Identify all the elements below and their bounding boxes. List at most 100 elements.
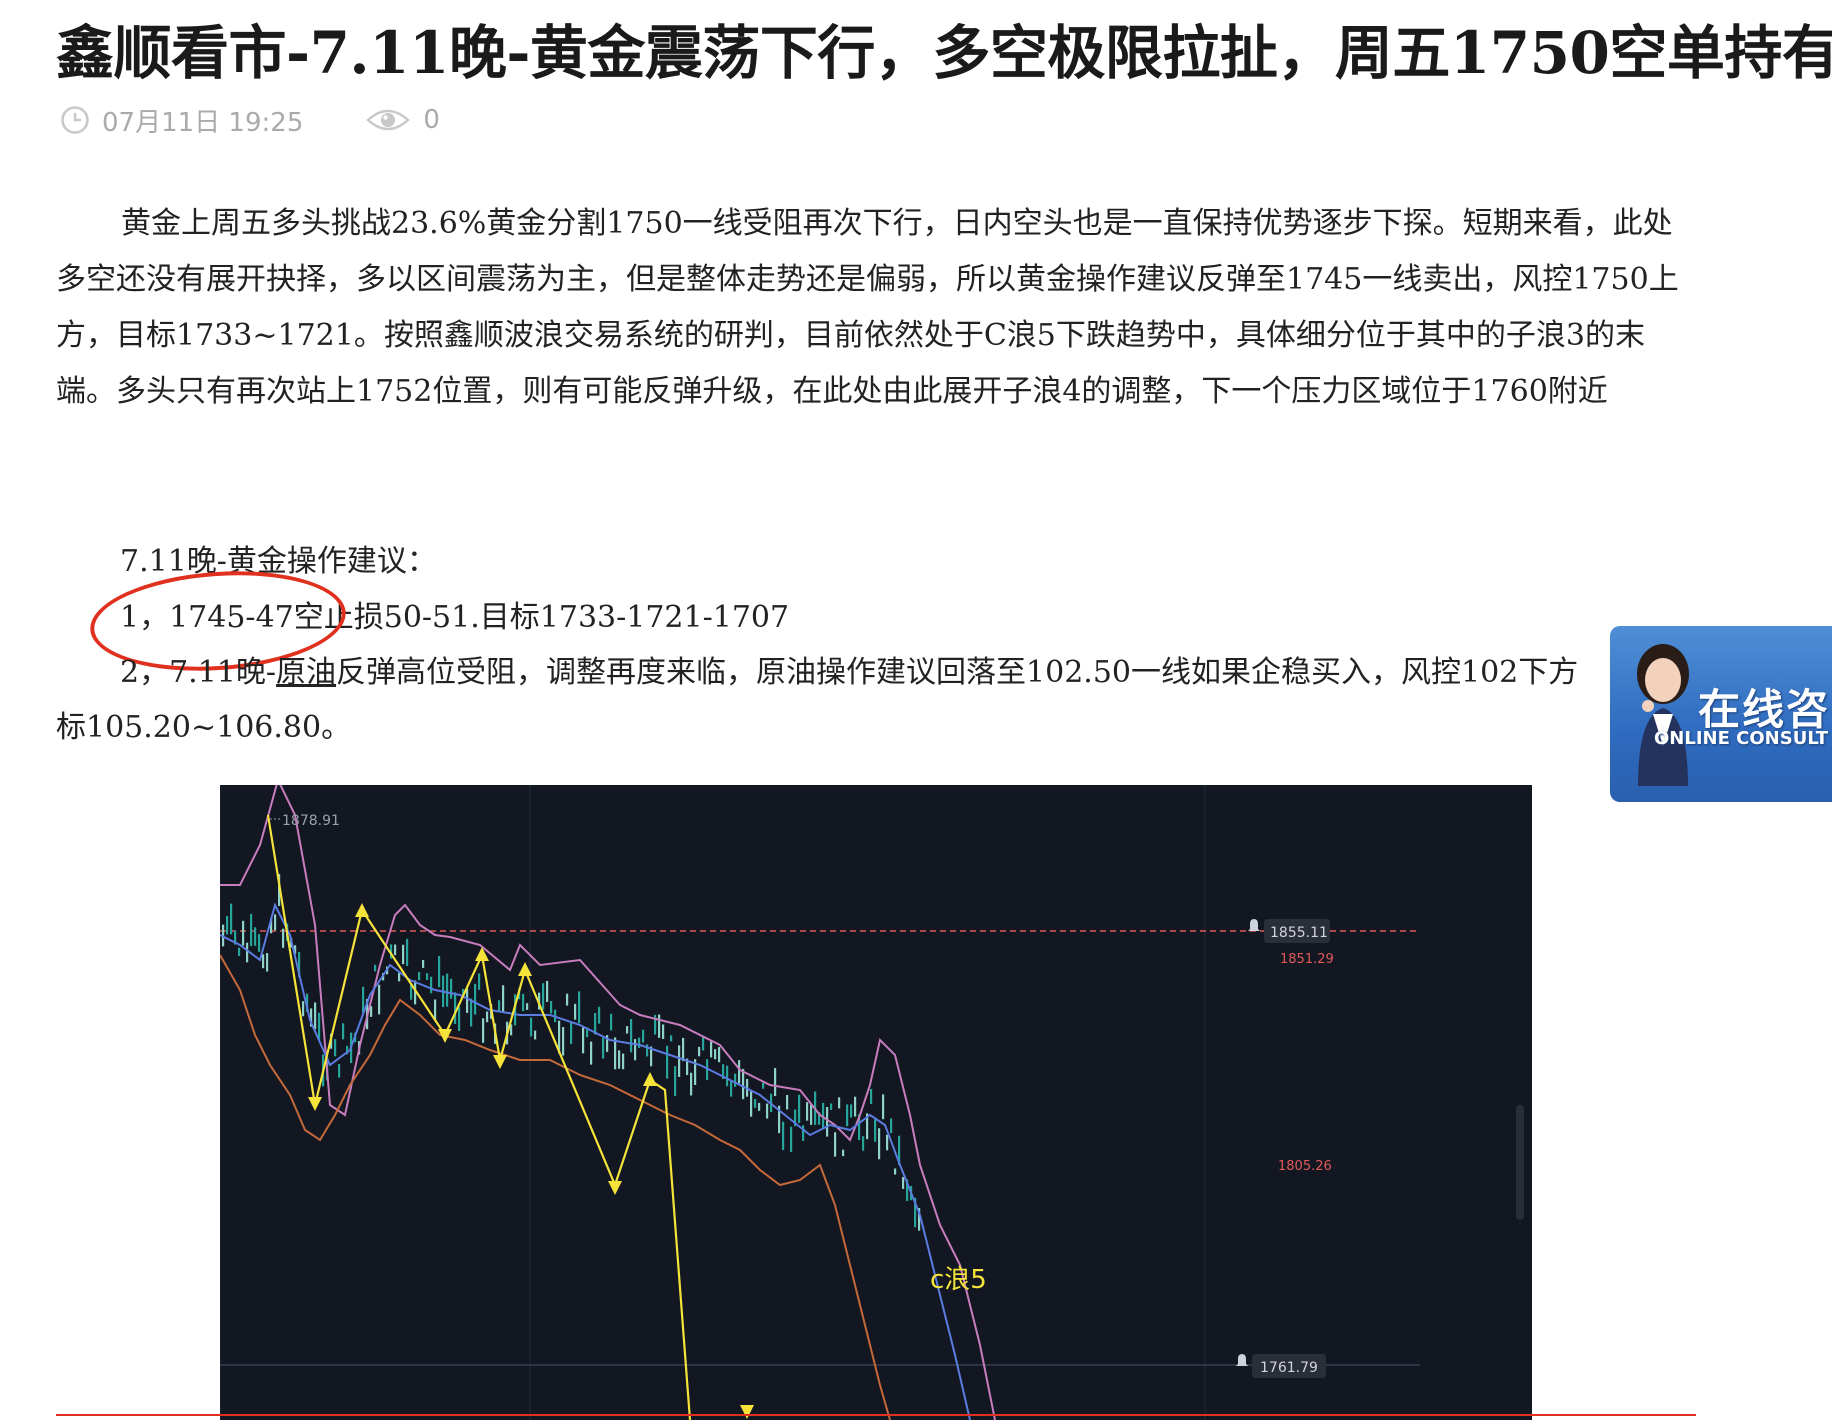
candle [618,1050,621,1069]
candle [314,1002,317,1030]
candle [402,944,405,965]
candle [798,1094,801,1124]
candle [758,1102,761,1111]
candle [634,1039,637,1061]
candle [766,1103,769,1119]
candle [574,1003,577,1020]
candle [710,1041,713,1058]
wave-lines [266,814,692,1420]
candle [422,959,425,968]
candle [338,1064,341,1078]
wave-label: c浪5 [930,1265,987,1295]
candle [250,913,253,947]
candle [226,915,229,935]
candle [598,1006,601,1024]
candle [894,1168,897,1175]
candle [242,920,245,946]
view-count: 0 [423,105,440,135]
candle [830,1103,833,1110]
candle [690,1072,693,1096]
candle [454,992,457,1024]
candle [626,1026,629,1034]
candle [254,927,257,946]
bell-icon [1236,1354,1248,1366]
candle [734,1073,737,1087]
candle [406,938,409,967]
candle [466,988,469,1013]
candle [398,972,401,982]
candle [862,1136,865,1151]
candle [378,984,381,1015]
candle [886,1134,889,1151]
candle [902,1177,905,1189]
candle [726,1065,729,1087]
eye-icon [366,109,411,131]
advice-item-oil-text: 反弹高位受阻，调整再度来临，原油操作建议回落至102.50一线如果企稳买入，风控… [336,655,1579,690]
candle [498,1000,501,1012]
crude-oil-link[interactable]: 原油 [276,655,336,690]
candle [666,1045,669,1079]
candle [742,1068,745,1100]
candle [426,973,429,981]
candle [874,1119,877,1142]
candle [834,1132,837,1157]
article-meta: 07月11日 19:25 0 [60,100,440,140]
candle [418,972,421,981]
candle [318,1012,321,1041]
wave-arrows [308,903,754,1419]
advice-item-oil-prefix: 2，7.11晚- [120,655,277,690]
bottom-rule [56,1414,1696,1416]
publish-date: 07月11日 19:25 [102,107,304,138]
candle [566,993,569,1006]
candle [878,1128,881,1160]
candle [266,953,269,972]
alert-lower[interactable]: 1761.79 [1236,1354,1326,1378]
candle [526,1003,529,1010]
candle [602,1037,605,1059]
candle [450,978,453,999]
candle [262,954,265,969]
candle [246,942,249,963]
candle [806,1102,809,1121]
candle [502,985,505,1013]
candle [230,903,233,935]
candle [590,1041,593,1065]
candle [342,1023,345,1040]
candle [614,1037,617,1070]
candle [842,1149,845,1157]
alert-lower-label: 1761.79 [1260,1360,1318,1376]
candle [482,1018,485,1043]
candle [762,1082,765,1089]
candle [374,964,377,972]
candle [670,1035,673,1042]
candle [658,1014,661,1038]
clock-icon [61,106,89,134]
candle [282,928,285,948]
candle [674,1066,677,1096]
candle [562,1027,565,1056]
candle [546,980,549,1002]
candle [782,1121,785,1151]
upper-band [220,785,996,1420]
candle [474,983,477,1015]
candle [274,914,277,931]
candle [854,1096,857,1117]
candle [638,1037,641,1048]
article-title: 鑫顺看市-7.11晚-黄金震荡下行，多空极限拉扯，周五1750空单持有 [56,19,1832,87]
candle [642,1029,645,1043]
candle [890,1118,893,1134]
candle [662,1024,665,1040]
mid-price-label: 1805.26 [1278,1159,1332,1174]
online-consult-widget[interactable]: 在线咨 ONLINE CONSULT [1610,626,1832,802]
price-scrollbar[interactable] [1516,1105,1524,1220]
candle [478,973,481,990]
candle [362,986,365,1013]
bell-icon [1248,919,1260,931]
candle [238,947,241,956]
candle [570,1021,573,1045]
candle [458,1007,461,1031]
candle [870,1088,873,1105]
candle [882,1094,885,1120]
candle [738,1060,741,1084]
candle [470,998,473,1027]
